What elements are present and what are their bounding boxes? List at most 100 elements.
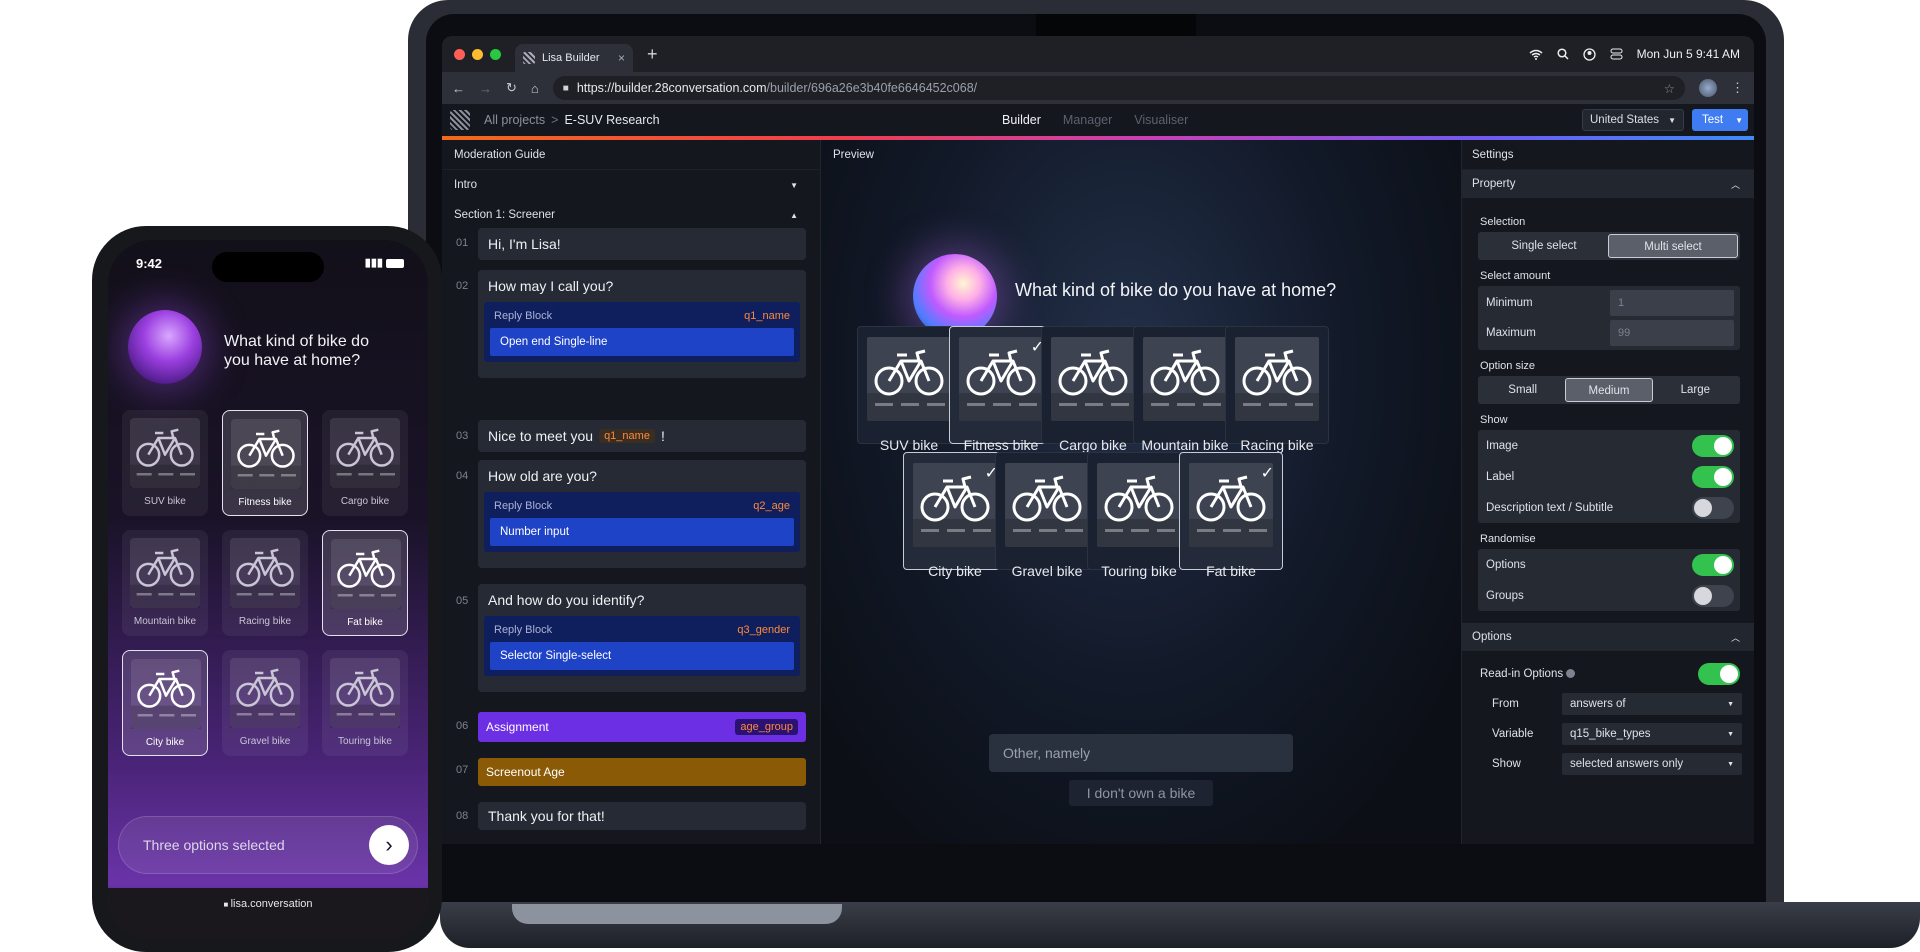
search-icon[interactable] xyxy=(1557,48,1569,60)
forward-arrow-icon[interactable]: → xyxy=(479,81,492,96)
reply-block[interactable]: Reply Block q2_age Number input xyxy=(484,492,800,552)
phone-bike-option[interactable]: City bike xyxy=(122,650,208,756)
test-button[interactable]: Test ▼ xyxy=(1692,109,1748,131)
next-arrow-button[interactable]: › xyxy=(369,825,409,865)
show-description-toggle[interactable] xyxy=(1692,496,1734,519)
guide-item-age[interactable]: How old are you? Reply Block q2_age Numbe… xyxy=(478,460,806,568)
bike-icon xyxy=(130,418,200,488)
multi-select-option[interactable]: Multi select xyxy=(1608,234,1738,258)
size-small-option[interactable]: Small xyxy=(1480,378,1565,402)
bike-option[interactable]: Cargo bike xyxy=(1041,326,1145,453)
phone-bike-option[interactable]: Mountain bike xyxy=(122,530,208,636)
minimum-input[interactable]: 1 xyxy=(1610,290,1734,316)
intro-label: Intro xyxy=(454,179,478,191)
bookmark-star-icon[interactable]: ☆ xyxy=(1664,81,1675,96)
bike-option[interactable]: Gravel bike xyxy=(995,452,1099,579)
tab-title: Lisa Builder xyxy=(542,52,600,64)
new-tab-button[interactable]: + xyxy=(647,44,658,65)
minimize-window-button[interactable] xyxy=(472,48,483,60)
randomise-groups-toggle[interactable] xyxy=(1692,584,1734,607)
nav-visualiser[interactable]: Visualiser xyxy=(1134,113,1188,127)
info-icon[interactable] xyxy=(1566,669,1576,679)
step-number: 03 xyxy=(456,430,469,442)
reply-block[interactable]: Reply Block q3_gender Selector Single-sel… xyxy=(484,616,800,676)
browser-toolbar: ← → ↻ ⌂ ■ https://builder.28conversation… xyxy=(442,72,1754,104)
phone-answer-bar[interactable]: Three options selected › xyxy=(118,816,418,874)
guide-item-text: How old are you? xyxy=(488,468,597,484)
bike-option-label: City bike xyxy=(928,563,982,579)
bike-option[interactable]: City bike ✓ xyxy=(903,452,1007,579)
reload-icon[interactable]: ↻ xyxy=(506,80,517,96)
guide-item-nice-to-meet[interactable]: Nice to meet you q1_name! xyxy=(478,420,806,452)
home-icon[interactable]: ⌂ xyxy=(531,81,539,96)
section-screener-toggle[interactable]: Section 1: Screener ▲ xyxy=(442,200,820,230)
intro-section-toggle[interactable]: Intro ▼ xyxy=(442,170,820,200)
tab-favicon-icon xyxy=(523,52,535,64)
control-center-icon[interactable] xyxy=(1610,48,1623,60)
close-window-button[interactable] xyxy=(454,48,465,60)
bike-option[interactable]: Mountain bike xyxy=(1133,326,1237,453)
phone-bike-option[interactable]: SUV bike xyxy=(122,410,208,516)
guide-item-name[interactable]: How may I call you? Reply Block q1_name O… xyxy=(478,270,806,378)
bike-option[interactable]: Fitness bike ✓ xyxy=(949,326,1053,453)
user-icon[interactable] xyxy=(1582,47,1596,61)
show-image-toggle[interactable] xyxy=(1692,434,1734,457)
signal-icon: ▮▮▮ xyxy=(364,257,383,269)
phone-url-bar[interactable]: ■ lisa.conversation xyxy=(108,888,428,940)
bike-option[interactable]: SUV bike xyxy=(857,326,961,453)
test-dropdown-icon[interactable]: ▼ xyxy=(1735,116,1743,125)
country-select[interactable]: United States ▼ xyxy=(1582,109,1684,131)
guide-item-greeting[interactable]: Hi, I'm Lisa! xyxy=(478,228,806,260)
guide-item-identify[interactable]: And how do you identify? Reply Block q3_g… xyxy=(478,584,806,692)
other-input[interactable]: Other, namely xyxy=(989,734,1293,772)
browser-tab[interactable]: Lisa Builder × xyxy=(515,44,633,72)
no-bike-button[interactable]: I don't own a bike xyxy=(1069,780,1213,806)
bike-option[interactable]: Fat bike ✓ xyxy=(1179,452,1283,579)
phone-bike-option[interactable]: Racing bike xyxy=(222,530,308,636)
variable-chip[interactable]: q1_name xyxy=(599,429,655,443)
maximize-window-button[interactable] xyxy=(490,48,501,60)
url-path: /builder/696a26e3b40fe6646452c068/ xyxy=(766,81,978,95)
size-large-option[interactable]: Large xyxy=(1653,378,1738,402)
phone-bike-option[interactable]: Fat bike xyxy=(322,530,408,636)
reply-type[interactable]: Open end Single-line xyxy=(490,328,794,356)
phone-bike-option[interactable]: Gravel bike xyxy=(222,650,308,756)
read-in-options-toggle[interactable] xyxy=(1698,663,1740,685)
guide-item-screenout[interactable]: Screenout Age xyxy=(478,758,806,786)
browser-menu-icon[interactable]: ⋮ xyxy=(1731,80,1744,96)
from-select[interactable]: answers of ▼ xyxy=(1562,693,1742,715)
variable-select[interactable]: q15_bike_types ▼ xyxy=(1562,723,1742,745)
reply-block[interactable]: Reply Block q1_name Open end Single-line xyxy=(484,302,800,362)
app-logo-icon[interactable] xyxy=(450,110,470,130)
profile-avatar[interactable] xyxy=(1699,79,1717,97)
bike-option[interactable]: Touring bike xyxy=(1087,452,1191,579)
guide-item-assignment[interactable]: Assignment age_group xyxy=(478,712,806,742)
guide-item-text: Thank you for that! xyxy=(488,808,605,824)
phone-bike-option[interactable]: Cargo bike xyxy=(322,410,408,516)
phone-bike-option-label: Fitness bike xyxy=(238,497,292,508)
phone-bike-option-label: Touring bike xyxy=(338,736,392,747)
back-arrow-icon[interactable]: ← xyxy=(452,81,465,96)
maximum-input[interactable]: 99 xyxy=(1610,320,1734,346)
phone-bike-option[interactable]: Touring bike xyxy=(322,650,408,756)
address-bar[interactable]: ■ https://builder.28conversation.com/bui… xyxy=(552,76,1685,100)
bike-option[interactable]: Racing bike xyxy=(1225,326,1329,453)
size-medium-option[interactable]: Medium xyxy=(1565,378,1653,402)
breadcrumb-all-projects[interactable]: All projects xyxy=(484,113,545,127)
tab-close-icon[interactable]: × xyxy=(618,51,625,65)
url-host: https://builder.28conversation.com xyxy=(576,81,767,95)
wifi-icon[interactable] xyxy=(1529,49,1543,60)
property-section-toggle[interactable]: Property ︿ xyxy=(1462,170,1754,198)
options-section-toggle[interactable]: Options ︿ xyxy=(1462,623,1754,651)
guide-item-thanks[interactable]: Thank you for that! xyxy=(478,802,806,830)
show-selected-select[interactable]: selected answers only ▼ xyxy=(1562,753,1742,775)
nav-manager[interactable]: Manager xyxy=(1063,113,1112,127)
bike-option-label: Mountain bike xyxy=(1141,437,1229,453)
single-select-option[interactable]: Single select xyxy=(1480,234,1608,258)
phone-bike-option[interactable]: Fitness bike xyxy=(222,410,308,516)
nav-builder[interactable]: Builder xyxy=(1002,113,1041,127)
reply-type[interactable]: Selector Single-select xyxy=(490,642,794,670)
randomise-options-toggle[interactable] xyxy=(1692,553,1734,576)
show-label-toggle[interactable] xyxy=(1692,465,1734,488)
reply-type[interactable]: Number input xyxy=(490,518,794,546)
